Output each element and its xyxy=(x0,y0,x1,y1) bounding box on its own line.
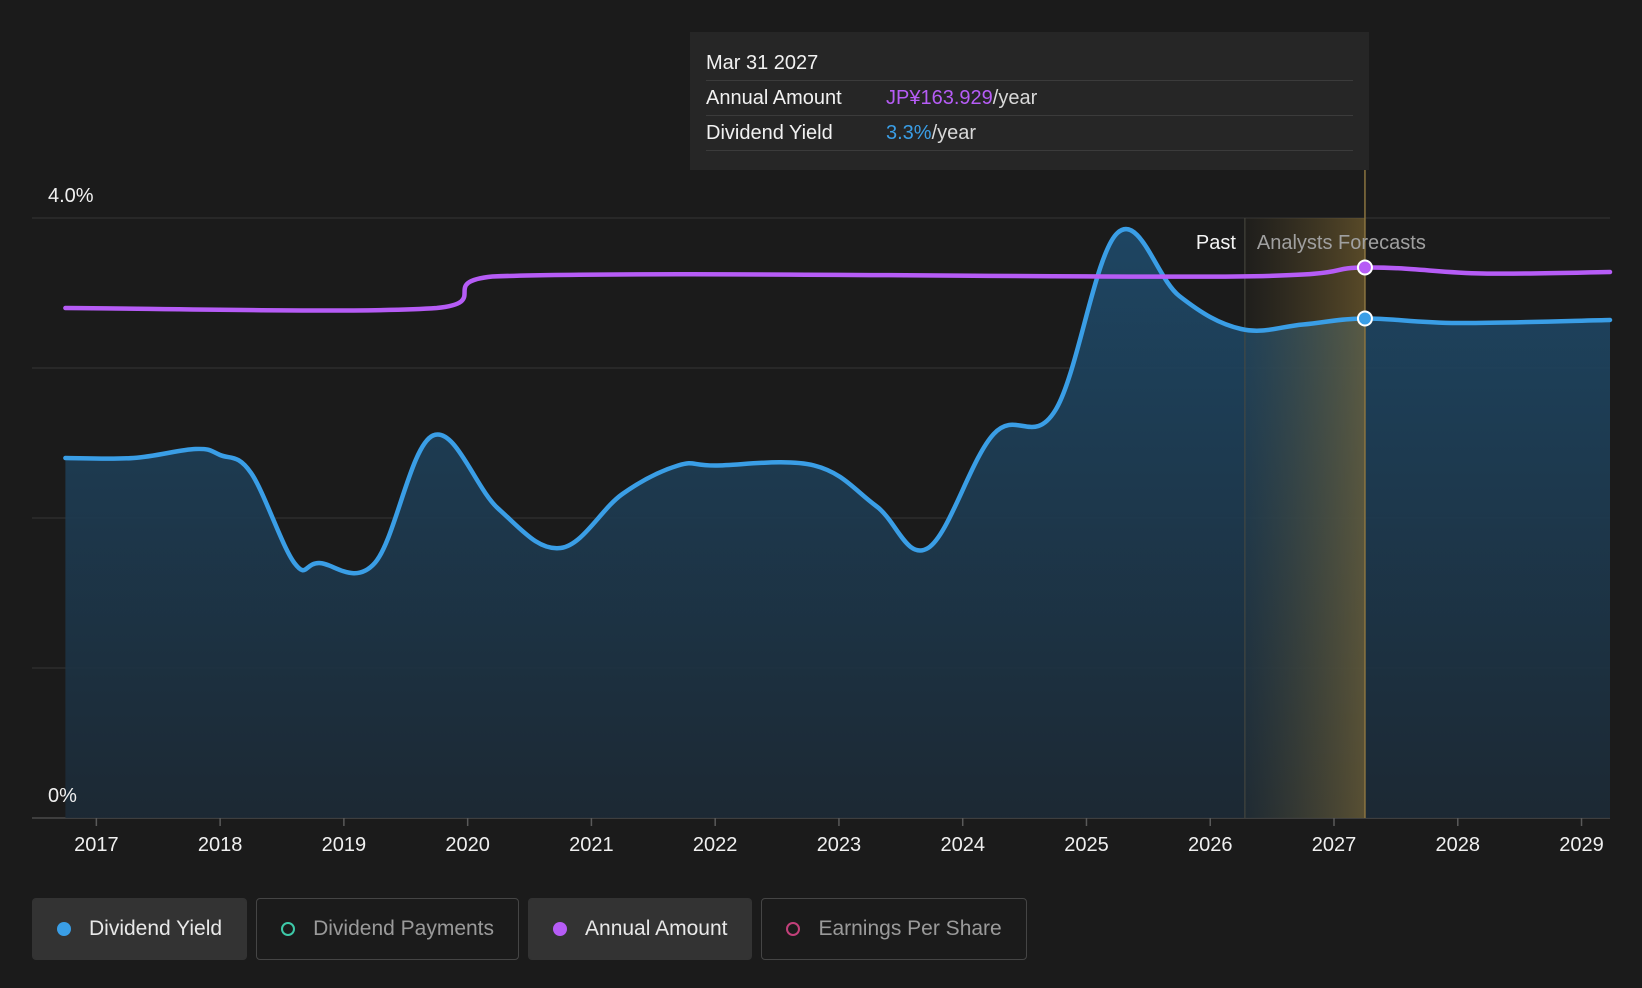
tooltip-dividend-yield-row: Dividend Yield 3.3%/year xyxy=(706,116,1353,151)
legend-dividend-payments[interactable]: Dividend Payments xyxy=(256,898,520,960)
legend-ring-icon xyxy=(786,922,801,936)
x-tick-label: 2026 xyxy=(1188,834,1233,856)
past-label: Past xyxy=(1196,232,1236,254)
x-tick-label: 2027 xyxy=(1312,834,1357,856)
x-tick-label: 2019 xyxy=(322,834,367,856)
dividend-yield-marker xyxy=(1356,310,1373,327)
legend-label: Dividend Payments xyxy=(313,917,495,940)
x-tick-label: 2021 xyxy=(569,834,614,856)
chart-tooltip: Mar 31 2027 Annual Amount JP¥163.929/yea… xyxy=(690,32,1369,170)
x-tick-label: 2023 xyxy=(817,834,862,856)
x-tick-label: 2022 xyxy=(693,834,738,856)
x-tick-label: 2028 xyxy=(1436,834,1481,856)
tooltip-dividend-yield-label: Dividend Yield xyxy=(706,121,833,144)
legend-dividend-yield[interactable]: Dividend Yield xyxy=(32,898,248,960)
tooltip-dividend-yield-value: 3.3% xyxy=(886,121,932,144)
tooltip-date-row: Mar 31 2027 xyxy=(706,46,1353,81)
annual-amount-marker xyxy=(1356,259,1373,276)
x-tick-label: 2029 xyxy=(1559,834,1604,856)
legend-label: Annual Amount xyxy=(585,917,728,940)
tooltip-annual-amount-unit: /year xyxy=(992,86,1038,109)
forecast-label: Analysts Forecasts xyxy=(1257,232,1426,254)
x-tick-label: 2024 xyxy=(940,834,985,856)
y-tick-label: 4.0% xyxy=(48,185,94,207)
tooltip-annual-amount-label: Annual Amount xyxy=(706,86,842,109)
x-tick-label: 2017 xyxy=(74,834,119,856)
tooltip-annual-amount-value: JP¥163.929 xyxy=(886,86,993,109)
tooltip-date: Mar 31 2027 xyxy=(706,51,819,74)
legend-dot-icon xyxy=(553,922,568,936)
forecast-band xyxy=(1244,218,1365,818)
legend-dot-icon xyxy=(57,922,71,936)
legend-annual-amount[interactable]: Annual Amount xyxy=(528,898,753,960)
legend-label: Earnings Per Share xyxy=(818,917,1002,940)
x-tick-label: 2025 xyxy=(1064,834,1109,856)
legend-earnings-per-share[interactable]: Earnings Per Share xyxy=(761,898,1027,960)
tooltip-annual-amount-row: Annual Amount JP¥163.929/year xyxy=(706,81,1353,116)
legend-ring-icon xyxy=(281,922,296,936)
x-tick-label: 2018 xyxy=(198,834,243,856)
x-tick-label: 2020 xyxy=(445,834,490,856)
y-tick-label: 0% xyxy=(48,785,77,807)
chart-legend: Dividend Yield Dividend Payments Annual … xyxy=(32,898,1027,960)
tooltip-dividend-yield-unit: /year xyxy=(931,121,977,144)
annual-amount-line xyxy=(63,265,1613,313)
legend-label: Dividend Yield xyxy=(89,917,223,940)
